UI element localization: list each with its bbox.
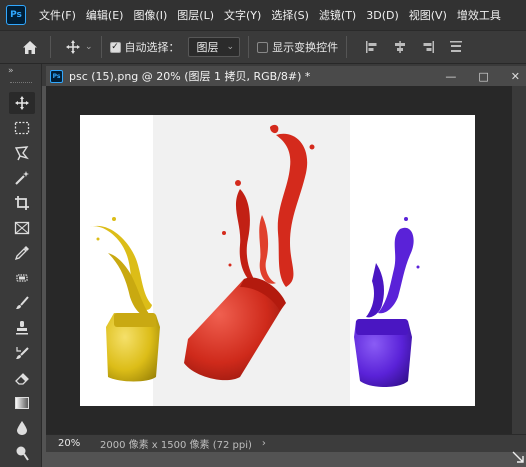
auto-select-target-value: 图层 bbox=[196, 41, 219, 54]
bottom-strip bbox=[42, 451, 526, 467]
panel-grip[interactable] bbox=[10, 82, 32, 85]
purple-paint-jar bbox=[354, 217, 420, 387]
photoshop-logo[interactable]: Ps bbox=[6, 5, 26, 25]
history-brush-icon bbox=[16, 347, 29, 359]
menu-file[interactable]: 文件(F) bbox=[34, 7, 81, 23]
separator bbox=[100, 36, 102, 58]
healing-brush-icon bbox=[16, 274, 28, 282]
blur-drop-icon bbox=[17, 421, 27, 435]
minimize-icon[interactable]: — bbox=[445, 70, 456, 83]
chevron-down-icon: ⌄ bbox=[226, 42, 235, 52]
magic-wand-tool[interactable] bbox=[9, 167, 35, 189]
eyedropper-icon bbox=[14, 246, 29, 261]
menu-edit[interactable]: 编辑(E) bbox=[81, 7, 129, 23]
menu-bar: Ps 文件(F) 编辑(E) 图像(I) 图层(L) 文字(Y) 选择(S) 滤… bbox=[0, 0, 526, 30]
marquee-icon bbox=[14, 121, 30, 135]
crop-tool[interactable] bbox=[9, 192, 35, 214]
show-transform-checkbox[interactable] bbox=[257, 41, 269, 53]
zoom-level[interactable]: 20% bbox=[46, 438, 94, 449]
move-icon bbox=[15, 96, 29, 110]
paint-splash-image bbox=[90, 115, 420, 406]
move-tool[interactable] bbox=[9, 92, 35, 114]
frame-icon bbox=[14, 221, 30, 235]
brush-icon bbox=[16, 296, 29, 309]
document-file-icon: Ps bbox=[50, 69, 63, 83]
stamp-tool[interactable] bbox=[9, 317, 35, 339]
marquee-tool[interactable] bbox=[9, 117, 35, 139]
menu-image[interactable]: 图像(I) bbox=[128, 7, 172, 23]
menu-plugins[interactable]: 增效工具 bbox=[452, 7, 506, 23]
resize-grip-icon[interactable] bbox=[512, 451, 524, 463]
dodge-icon bbox=[16, 446, 29, 461]
align-center-icon[interactable] bbox=[393, 40, 407, 54]
eraser-icon bbox=[15, 373, 29, 385]
menu-3d[interactable]: 3D(D) bbox=[361, 9, 404, 22]
menu-filter[interactable]: 滤镜(T) bbox=[314, 7, 361, 23]
align-top-icon[interactable] bbox=[449, 40, 463, 54]
status-bar: 20% 2000 像素 x 1500 像素 (72 ppi) › bbox=[46, 434, 526, 452]
close-icon[interactable]: ✕ bbox=[511, 70, 520, 83]
auto-select-label: 自动选择： bbox=[124, 41, 180, 54]
move-tool-preset-picker[interactable]: ⌄ bbox=[65, 39, 93, 55]
frame-tool[interactable] bbox=[9, 217, 35, 239]
eraser-tool[interactable] bbox=[9, 367, 35, 389]
separator bbox=[50, 36, 51, 58]
lasso-icon bbox=[14, 146, 29, 161]
healing-tool[interactable] bbox=[9, 267, 35, 289]
document-tab[interactable]: Ps psc (15).png @ 20% (图层 1 拷贝, RGB/8#) … bbox=[46, 66, 526, 86]
menu-layer[interactable]: 图层(L) bbox=[172, 7, 219, 23]
gradient-tool[interactable] bbox=[9, 392, 35, 414]
collapse-panel-icon[interactable]: » bbox=[8, 66, 14, 76]
chevron-down-icon: ⌄ bbox=[85, 42, 93, 52]
align-buttons bbox=[365, 40, 463, 54]
move-icon bbox=[66, 40, 80, 54]
magic-wand-icon bbox=[15, 171, 29, 185]
lasso-tool[interactable] bbox=[9, 142, 35, 164]
eyedropper-tool[interactable] bbox=[9, 242, 35, 264]
brush-tool[interactable] bbox=[9, 292, 35, 314]
align-left-icon[interactable] bbox=[365, 40, 379, 54]
tools-panel: » bbox=[0, 64, 42, 467]
dodge-tool[interactable] bbox=[9, 442, 35, 464]
document-info: 2000 像素 x 1500 像素 (72 ppi) bbox=[100, 440, 252, 451]
gradient-icon bbox=[15, 397, 29, 409]
vertical-scrollbar[interactable] bbox=[512, 86, 526, 434]
options-bar: ⌄ ✓ 自动选择： 图层 ⌄ 显示变换控件 bbox=[0, 30, 526, 64]
auto-select-checkbox[interactable]: ✓ bbox=[109, 41, 121, 53]
crop-icon bbox=[15, 196, 29, 210]
auto-select-target-dropdown[interactable]: 图层 ⌄ bbox=[187, 37, 241, 57]
show-transform-label: 显示变换控件 bbox=[272, 41, 339, 54]
blur-tool[interactable] bbox=[9, 417, 35, 439]
document-canvas[interactable] bbox=[80, 115, 475, 406]
yellow-paint-jar bbox=[90, 217, 160, 382]
menu-select[interactable]: 选择(S) bbox=[266, 7, 314, 23]
maximize-icon[interactable]: □ bbox=[478, 70, 488, 83]
status-menu-arrow[interactable]: › bbox=[262, 438, 266, 449]
separator bbox=[248, 36, 250, 58]
menu-view[interactable]: 视图(V) bbox=[404, 7, 452, 23]
window-controls: — □ ✕ bbox=[445, 66, 520, 86]
history-brush-tool[interactable] bbox=[9, 342, 35, 364]
home-icon bbox=[23, 40, 37, 54]
home-button[interactable] bbox=[18, 35, 42, 59]
document-tab-bar: Ps psc (15).png @ 20% (图层 1 拷贝, RGB/8#) … bbox=[42, 64, 526, 86]
document-title: psc (15).png @ 20% (图层 1 拷贝, RGB/8#) * bbox=[69, 70, 311, 83]
align-right-icon[interactable] bbox=[421, 40, 435, 54]
separator bbox=[346, 36, 348, 58]
menu-type[interactable]: 文字(Y) bbox=[219, 7, 266, 23]
clone-stamp-icon bbox=[16, 321, 28, 335]
